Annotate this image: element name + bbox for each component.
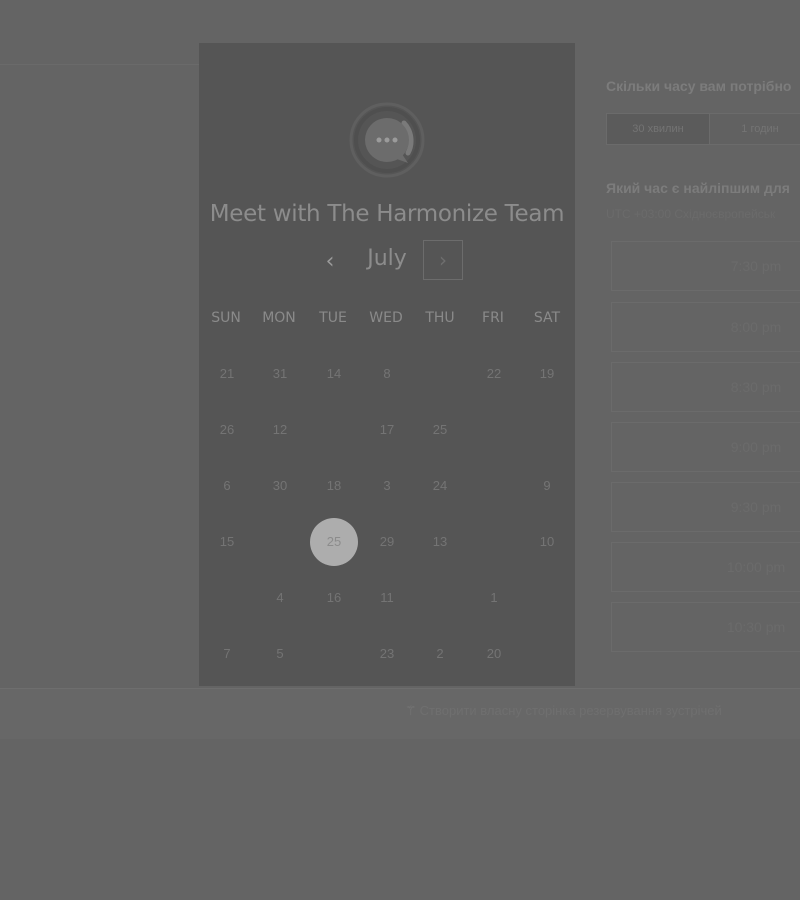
booking-card: Meet with The Harmonize Team ‹ July › SU… (199, 43, 575, 686)
magic-wand-icon: ⚚ (405, 703, 417, 718)
duration-selector: 30 хвилин 1 годин (606, 113, 800, 145)
create-booking-page-link[interactable]: ⚚ Створити власну сторінка резервування з… (405, 703, 722, 719)
time-question: Який час є найліпшим для (606, 180, 790, 196)
calendar-day[interactable]: 9 (523, 462, 571, 510)
calendar-day[interactable]: 8 (363, 350, 411, 398)
time-slot[interactable]: 10:00 pm (611, 542, 800, 592)
calendar-day[interactable]: 25 (416, 406, 464, 454)
calendar-day[interactable]: 23 (363, 630, 411, 678)
timezone-label[interactable]: UTC +03:00 Східноєвропейськ (606, 207, 775, 221)
calendar-day[interactable]: 6 (203, 462, 251, 510)
time-slot[interactable]: 8:30 pm (611, 362, 800, 412)
calendar-day[interactable]: 2 (416, 630, 464, 678)
calendar-day[interactable]: 3 (363, 462, 411, 510)
time-slot[interactable]: 9:30 pm (611, 482, 800, 532)
time-slot[interactable]: 8:00 pm (611, 302, 800, 352)
create-booking-page-label: Створити власну сторінка резервування зу… (419, 703, 722, 718)
calendar-day[interactable]: 26 (203, 406, 251, 454)
scheduling-pane: Скільки часу вам потрібно 30 хвилин 1 го… (606, 70, 800, 670)
time-slot[interactable]: 9:00 pm (611, 422, 800, 472)
calendar-day[interactable]: 21 (203, 350, 251, 398)
calendar-day[interactable]: 19 (523, 350, 571, 398)
calendar-day[interactable]: 1 (470, 574, 518, 622)
calendar-day[interactable]: 13 (416, 518, 464, 566)
time-slot[interactable]: 7:30 pm (611, 241, 800, 291)
calendar-day[interactable]: 14 (310, 350, 358, 398)
calendar-day[interactable]: 5 (256, 630, 304, 678)
calendar-day[interactable]: 18 (310, 462, 358, 510)
calendar-day[interactable]: 10 (523, 518, 571, 566)
calendar-day[interactable]: 7 (203, 630, 251, 678)
time-slot[interactable]: 10:30 pm (611, 602, 800, 652)
divider (0, 64, 200, 65)
calendar-day[interactable]: 12 (256, 406, 304, 454)
calendar-grid: 21 31 14 8 22 19 26 12 17 25 6 30 18 3 24 9 15 25 29 13 10 4 1… (199, 43, 575, 686)
calendar-day[interactable]: 20 (470, 630, 518, 678)
duration-option-60[interactable]: 1 годин (710, 114, 800, 144)
calendar-day[interactable]: 11 (363, 574, 411, 622)
calendar-day[interactable]: 22 (470, 350, 518, 398)
calendar-day[interactable]: 16 (310, 574, 358, 622)
calendar-day[interactable]: 29 (363, 518, 411, 566)
calendar-day[interactable]: 17 (363, 406, 411, 454)
calendar-day[interactable]: 30 (256, 462, 304, 510)
calendar-day[interactable]: 31 (256, 350, 304, 398)
calendar-day-selected[interactable]: 25 (310, 518, 358, 566)
duration-option-30[interactable]: 30 хвилин (607, 114, 710, 144)
booking-page: Meet with The Harmonize Team ‹ July › SU… (0, 0, 800, 900)
duration-question: Скільки часу вам потрібно (606, 78, 792, 94)
calendar-day[interactable]: 4 (256, 574, 304, 622)
calendar-day[interactable]: 15 (203, 518, 251, 566)
calendar-day[interactable]: 24 (416, 462, 464, 510)
